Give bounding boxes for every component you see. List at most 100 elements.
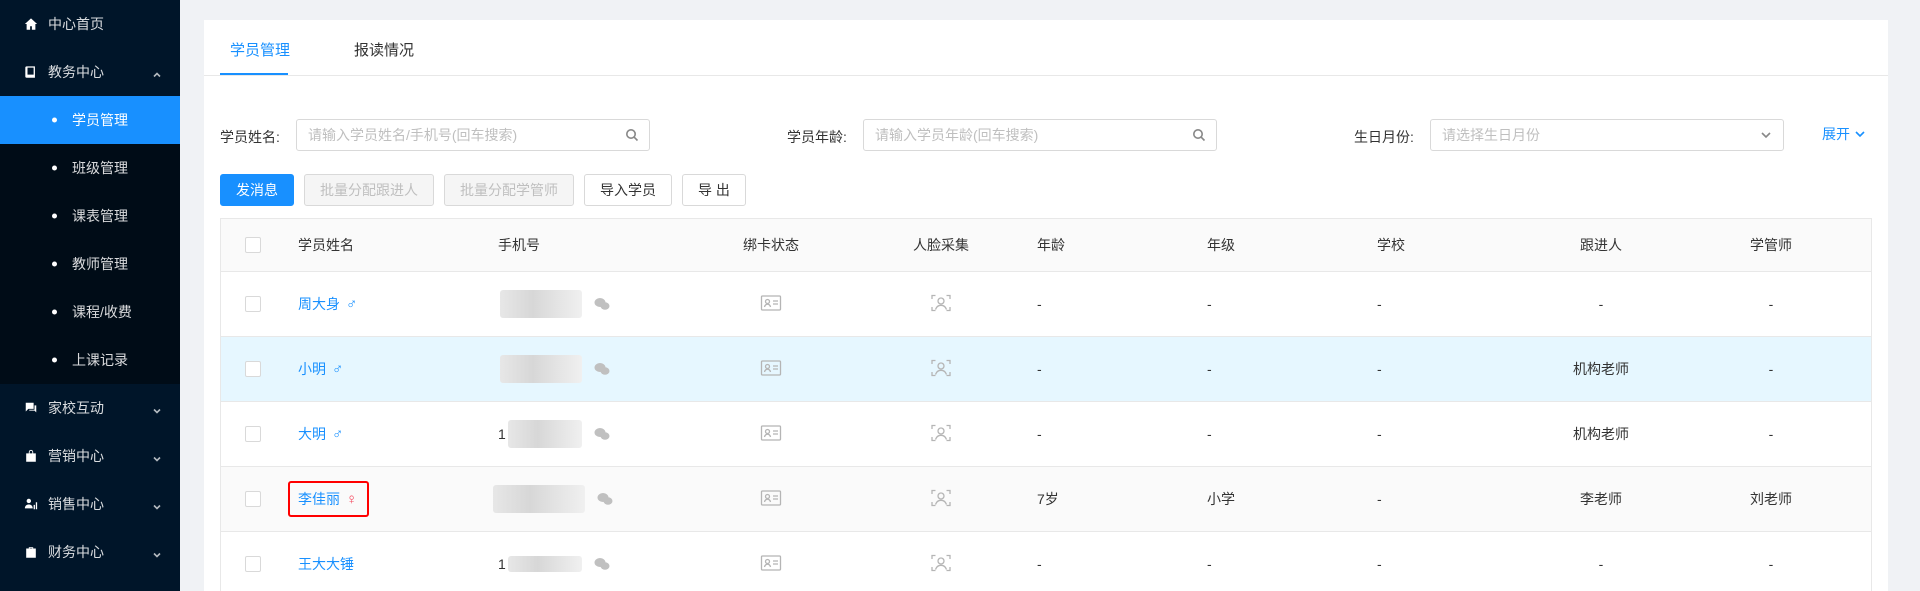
menu-home[interactable]: 中心首页 bbox=[0, 0, 180, 48]
row-checkbox[interactable] bbox=[245, 491, 261, 507]
row-select-cell bbox=[245, 272, 261, 336]
name-cell: 李佳丽 ♀ bbox=[288, 467, 370, 531]
col-school: 学校 bbox=[1377, 237, 1405, 253]
send-message-button[interactable]: 发消息 bbox=[220, 174, 294, 206]
sidebar-item-label: 课程/收费 bbox=[72, 304, 132, 320]
table-row[interactable]: 大明 ♂ 1 - - - 机构老师 - bbox=[221, 402, 1871, 467]
phone-cell bbox=[498, 337, 610, 401]
age-cell: - bbox=[1037, 426, 1042, 442]
phone-cell: 1 bbox=[498, 532, 610, 591]
phone-masked bbox=[500, 290, 582, 318]
student-name-link[interactable]: 王大大锤 bbox=[298, 554, 354, 574]
search-name-field bbox=[296, 119, 650, 151]
birth-month-input[interactable] bbox=[1442, 127, 1783, 143]
search-icon[interactable] bbox=[625, 128, 639, 142]
row-checkbox[interactable] bbox=[245, 296, 261, 312]
sidebar-item-classes[interactable]: 班级管理 bbox=[0, 144, 180, 192]
expand-filters-button[interactable]: 展开 bbox=[1822, 124, 1866, 144]
sidebar-item-courses[interactable]: 课程/收费 bbox=[0, 288, 180, 336]
age-cell: - bbox=[1037, 556, 1042, 572]
student-name-link[interactable]: 小明 bbox=[298, 359, 326, 379]
menu-sales-label: 销售中心 bbox=[48, 496, 104, 512]
row-checkbox[interactable] bbox=[245, 556, 261, 572]
assign-follower-button[interactable]: 批量分配跟进人 bbox=[304, 174, 434, 206]
student-name-link[interactable]: 李佳丽 bbox=[298, 489, 340, 509]
assign-manager-button[interactable]: 批量分配学管师 bbox=[444, 174, 574, 206]
row-select-cell bbox=[245, 532, 261, 591]
row-checkbox[interactable] bbox=[245, 426, 261, 442]
face-scan-icon[interactable] bbox=[930, 358, 952, 381]
follower-cell: 机构老师 bbox=[1573, 361, 1629, 377]
export-button[interactable]: 导 出 bbox=[682, 174, 746, 206]
face-cell bbox=[881, 467, 1001, 531]
card-status-cell bbox=[711, 402, 831, 466]
sidebar-item-schedule[interactable]: 课表管理 bbox=[0, 192, 180, 240]
menu-sales[interactable]: 销售中心 bbox=[0, 480, 180, 528]
filter-age-label: 学员年龄: bbox=[787, 129, 847, 145]
school-cell: - bbox=[1377, 361, 1382, 377]
row-select-cell bbox=[245, 467, 261, 531]
bag-icon bbox=[24, 449, 38, 463]
table-row[interactable]: 小明 ♂ - - - 机构老师 - bbox=[221, 337, 1871, 402]
import-students-button[interactable]: 导入学员 bbox=[584, 174, 672, 206]
face-scan-icon[interactable] bbox=[930, 553, 952, 576]
wechat-icon bbox=[594, 557, 610, 571]
menu-academic[interactable]: 教务中心 bbox=[0, 48, 180, 96]
sidebar-item-students[interactable]: 学员管理 bbox=[0, 96, 180, 144]
tab-student-management[interactable]: 学员管理 bbox=[230, 20, 290, 76]
col-phone: 手机号 bbox=[498, 237, 540, 253]
id-card-icon[interactable] bbox=[760, 488, 782, 511]
wechat-icon bbox=[594, 362, 610, 376]
sidebar-item-teachers[interactable]: 教师管理 bbox=[0, 240, 180, 288]
wechat-icon bbox=[594, 297, 610, 311]
follower-cell: 机构老师 bbox=[1573, 426, 1629, 442]
face-scan-icon[interactable] bbox=[930, 293, 952, 316]
chevron-down-icon bbox=[152, 451, 162, 462]
grade-cell: - bbox=[1207, 296, 1212, 312]
col-grade: 年级 bbox=[1207, 237, 1235, 253]
sidebar-item-label: 课表管理 bbox=[72, 208, 128, 224]
menu-marketing[interactable]: 营销中心 bbox=[0, 432, 180, 480]
grade-cell: 小学 bbox=[1207, 491, 1235, 507]
face-scan-icon[interactable] bbox=[930, 423, 952, 446]
card-status-cell bbox=[711, 272, 831, 336]
wechat-icon bbox=[594, 427, 610, 441]
bullet-icon bbox=[52, 213, 57, 219]
col-card-status: 绑卡状态 bbox=[743, 237, 799, 253]
table-row[interactable]: 周大身 ♂ - - - - - bbox=[221, 272, 1871, 337]
phone-cell: 1 bbox=[498, 402, 610, 466]
id-card-icon[interactable] bbox=[760, 293, 782, 316]
sidebar-item-label: 上课记录 bbox=[72, 352, 128, 368]
search-icon[interactable] bbox=[1192, 128, 1206, 142]
select-all-cell bbox=[245, 219, 261, 271]
bullet-icon bbox=[52, 117, 57, 123]
name-cell: 大明 ♂ bbox=[298, 402, 343, 466]
birth-month-select[interactable] bbox=[1430, 119, 1784, 151]
search-name-input[interactable] bbox=[308, 127, 649, 143]
table-row[interactable]: 王大大锤 1 - - - - - bbox=[221, 532, 1871, 591]
col-face: 人脸采集 bbox=[913, 237, 969, 253]
phone-cell bbox=[491, 467, 613, 531]
face-cell bbox=[881, 337, 1001, 401]
face-scan-icon[interactable] bbox=[930, 488, 952, 511]
age-cell: - bbox=[1037, 296, 1042, 312]
phone-masked bbox=[507, 420, 582, 448]
card-status-cell bbox=[711, 467, 831, 531]
menu-home-school[interactable]: 家校互动 bbox=[0, 384, 180, 432]
row-checkbox[interactable] bbox=[245, 361, 261, 377]
sidebar-item-records[interactable]: 上课记录 bbox=[0, 336, 180, 384]
tab-enrollment-status[interactable]: 报读情况 bbox=[354, 20, 414, 76]
id-card-icon[interactable] bbox=[760, 553, 782, 576]
student-name-link[interactable]: 大明 bbox=[298, 424, 326, 444]
menu-finance[interactable]: 财务中心 bbox=[0, 528, 180, 576]
male-icon: ♂ bbox=[346, 295, 358, 313]
table-row[interactable]: 李佳丽 ♀ 7岁 小学 - 李老师 刘老师 bbox=[221, 467, 1871, 532]
student-name-group: 周大身 ♂ bbox=[298, 294, 357, 314]
grade-cell: - bbox=[1207, 426, 1212, 442]
student-name-link[interactable]: 周大身 bbox=[298, 294, 340, 314]
search-age-input[interactable] bbox=[875, 127, 1216, 143]
row-select-cell bbox=[245, 337, 261, 401]
id-card-icon[interactable] bbox=[760, 358, 782, 381]
select-all-checkbox[interactable] bbox=[245, 237, 261, 253]
id-card-icon[interactable] bbox=[760, 423, 782, 446]
